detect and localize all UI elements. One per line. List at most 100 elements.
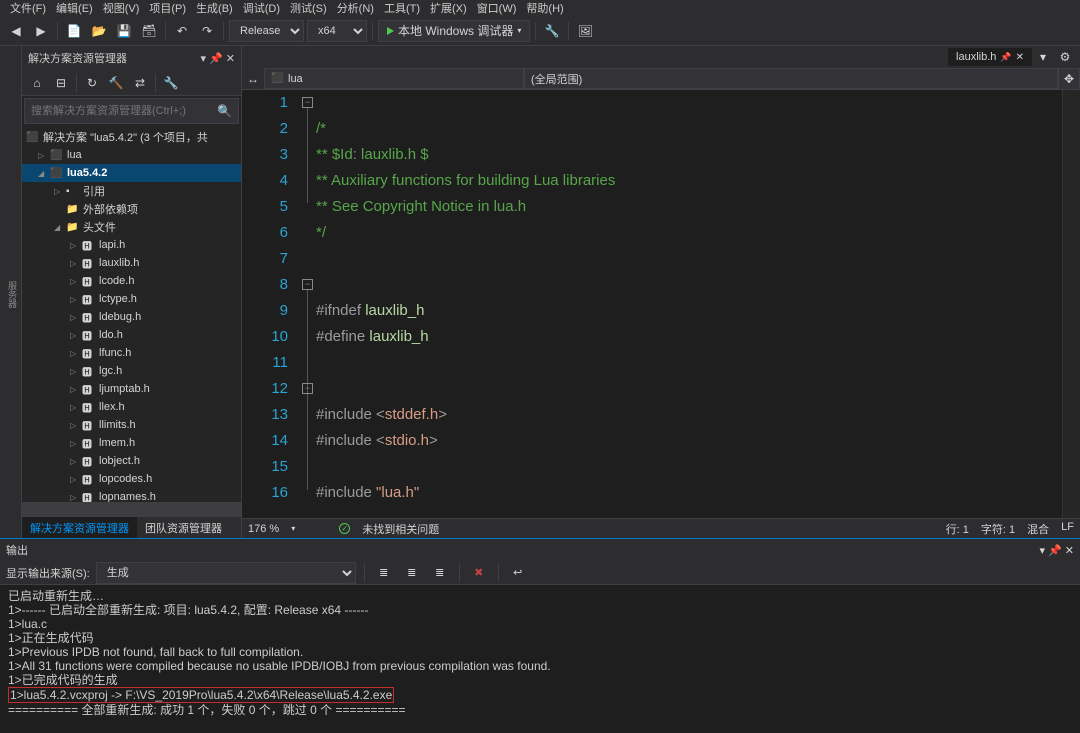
properties-icon[interactable]: 🔧 [160,72,182,94]
menu-item[interactable]: 帮助(H) [526,0,563,16]
menu-item[interactable]: 视图(V) [103,0,140,16]
new-file-icon[interactable]: 📄 [63,20,85,42]
file-node[interactable]: ▷🅷lcode.h [22,272,241,290]
pin-icon[interactable]: 📌 [1000,52,1011,63]
file-node[interactable]: ▷🅷ldebug.h [22,308,241,326]
rail-item[interactable]: 服务器 [4,277,21,312]
refresh-icon[interactable]: ↻ [81,72,103,94]
menu-item[interactable]: 生成(B) [196,0,233,16]
file-node[interactable]: ▷🅷ldo.h [22,326,241,344]
chevron-right-icon[interactable]: ▷ [54,187,66,196]
project-node[interactable]: ▷ ⬛ lua [22,146,241,164]
pin-icon[interactable]: 📌 [209,52,223,65]
undo-icon[interactable]: ↶ [171,20,193,42]
code-content[interactable]: /* ** $Id: lauxlib.h $ ** Auxiliary func… [316,90,1062,518]
nav-back-icon[interactable]: ◀ [5,20,27,42]
dropdown-icon[interactable]: ▾ [1040,544,1046,557]
file-node[interactable]: ▷🅷lgc.h [22,362,241,380]
chevron-down-icon[interactable]: ◢ [54,223,66,232]
fold-toggle[interactable]: − [302,97,313,108]
zoom-level[interactable]: 176 % [248,523,279,535]
menu-item[interactable]: 窗口(W) [477,0,517,16]
chevron-right-icon[interactable]: ▷ [70,331,82,340]
menu-item[interactable]: 文件(F) [10,0,46,16]
dropdown-icon[interactable]: ▾ [1032,46,1054,68]
menu-item[interactable]: 测试(S) [290,0,327,16]
file-node[interactable]: ▷🅷lmem.h [22,434,241,452]
chevron-right-icon[interactable]: ▷ [70,259,82,268]
external-node[interactable]: 📁 外部依赖项 [22,200,241,218]
chevron-right-icon[interactable]: ▷ [70,385,82,394]
menu-item[interactable]: 分析(N) [337,0,374,16]
tool-icon[interactable]: 🔧 [541,20,563,42]
open-icon[interactable]: 📂 [88,20,110,42]
menu-item[interactable]: 项目(P) [149,0,186,16]
solution-node[interactable]: ⬛ 解决方案 "lua5.4.2" (3 个项目，共 [22,128,241,146]
menu-item[interactable]: 工具(T) [384,0,420,16]
minimap[interactable] [1062,90,1080,518]
line-ending[interactable]: LF [1061,521,1074,537]
dropdown-icon[interactable]: ▾ [201,52,207,65]
explorer-search[interactable]: 🔍 [24,98,239,124]
chevron-right-icon[interactable]: ▷ [70,367,82,376]
file-node[interactable]: ▷🅷lopcodes.h [22,470,241,488]
dropdown-icon[interactable]: ▾ [291,524,295,533]
save-icon[interactable]: 💾 [113,20,135,42]
fold-toggle[interactable]: − [302,383,313,394]
start-debug-button[interactable]: 本地 Windows 调试器 ▾ [378,20,530,42]
file-node[interactable]: ▷🅷lapi.h [22,236,241,254]
horizontal-scrollbar[interactable] [22,502,241,516]
collapse-icon[interactable]: ⊟ [50,72,72,94]
editor-tab[interactable]: lauxlib.h 📌 ✕ [948,48,1032,66]
code-editor[interactable]: 12345678 910111213141516 − − − /* ** $Id… [242,90,1080,518]
chevron-right-icon[interactable]: ▷ [70,403,82,412]
chevron-down-icon[interactable]: ◢ [38,169,50,178]
refs-node[interactable]: ▷ ▪ 引用 [22,182,241,200]
menu-item[interactable]: 调试(D) [243,0,280,16]
file-node[interactable]: ▷🅷lctype.h [22,290,241,308]
tool-icon[interactable]: ≣ [401,562,423,584]
fold-toggle[interactable]: − [302,279,313,290]
file-node[interactable]: ▷🅷llimits.h [22,416,241,434]
tool-icon[interactable]: ≣ [429,562,451,584]
file-node[interactable]: ▷🅷lauxlib.h [22,254,241,272]
chevron-right-icon[interactable]: ▷ [70,277,82,286]
menu-item[interactable]: 编辑(E) [56,0,93,16]
file-node[interactable]: ▷🅷llex.h [22,398,241,416]
chevron-right-icon[interactable]: ▷ [70,295,82,304]
config-select[interactable]: Release [229,20,304,42]
file-node[interactable]: ▷🅷lopnames.h [22,488,241,502]
chevron-right-icon[interactable]: ▷ [70,421,82,430]
output-content[interactable]: 已启动重新生成… 1>------ 已启动全部重新生成: 项目: lua5.4.… [0,585,1080,733]
chevron-right-icon[interactable]: ▷ [70,475,82,484]
search-input[interactable] [31,105,217,117]
save-all-icon[interactable]: 🗃 [138,20,160,42]
split-icon[interactable]: ✥ [1058,68,1080,90]
tab-solution-explorer[interactable]: 解决方案资源管理器 [22,517,137,538]
chevron-right-icon[interactable]: ▷ [38,151,50,160]
file-node[interactable]: ▷🅷lobject.h [22,452,241,470]
tool-icon[interactable]: 🔨 [105,72,127,94]
output-source-select[interactable]: 生成 [96,562,356,584]
nav-forward-icon[interactable]: ▶ [30,20,52,42]
chevron-right-icon[interactable]: ▷ [70,241,82,250]
close-icon[interactable]: ✕ [1016,52,1024,63]
wrap-icon[interactable]: ↩ [507,562,529,584]
chevron-right-icon[interactable]: ▷ [70,457,82,466]
chevron-right-icon[interactable]: ▷ [70,349,82,358]
close-icon[interactable]: ✕ [1065,544,1074,557]
clear-icon[interactable]: ✖ [468,562,490,584]
tool-icon[interactable]: ≣ [373,562,395,584]
headers-node[interactable]: ◢ 📁 头文件 [22,218,241,236]
chevron-right-icon[interactable]: ▷ [70,439,82,448]
nav-member-select[interactable]: (全局范围) [524,68,1058,89]
nav-scope-select[interactable]: ⬛ lua [264,68,524,89]
gear-icon[interactable]: ⚙ [1054,46,1076,68]
close-icon[interactable]: ✕ [226,52,235,65]
file-node[interactable]: ▷🅷ljumptab.h [22,380,241,398]
indent-mode[interactable]: 混合 [1027,521,1049,537]
platform-select[interactable]: x64 [307,20,367,42]
tool-icon[interactable]: 🖼 [574,20,596,42]
nav-icon[interactable]: ↔ [242,68,264,90]
home-icon[interactable]: ⌂ [26,72,48,94]
